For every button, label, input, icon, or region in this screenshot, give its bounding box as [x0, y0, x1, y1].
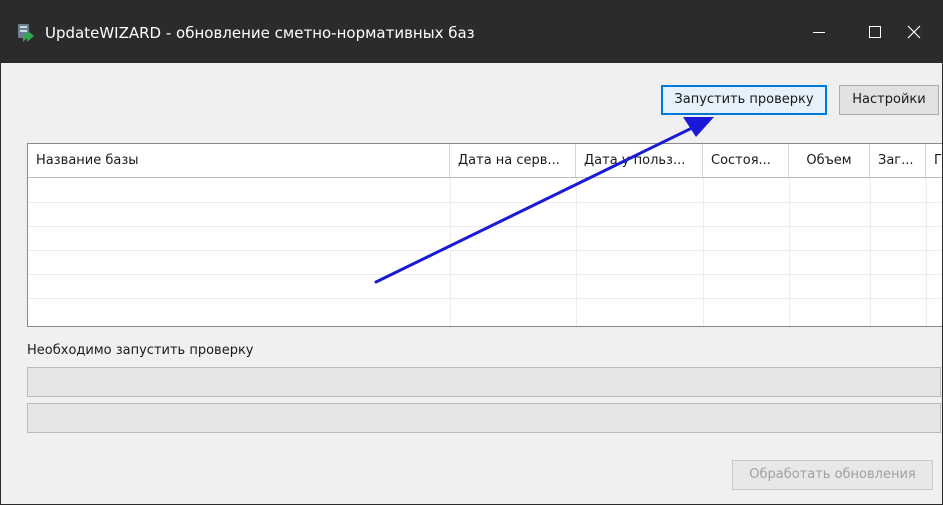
table-row: [28, 202, 942, 203]
column-divider: [450, 178, 451, 326]
column-header-size[interactable]: Объем: [789, 144, 870, 177]
table-header: Название базы Дата на серв... Дата у пол…: [28, 144, 942, 178]
column-header-name[interactable]: Название базы: [28, 144, 450, 177]
column-header-server-date[interactable]: Дата на серв...: [450, 144, 576, 177]
column-divider: [789, 178, 790, 326]
process-updates-button[interactable]: Обработать обновления: [732, 460, 933, 490]
column-header-extra[interactable]: Г: [926, 144, 942, 177]
maximize-icon: [869, 26, 881, 38]
run-check-button[interactable]: Запустить проверку: [661, 85, 827, 115]
table-row: [28, 226, 942, 227]
column-divider: [576, 178, 577, 326]
table-row: [28, 250, 942, 251]
progress-bar-primary: [27, 367, 941, 397]
settings-button[interactable]: Настройки: [839, 85, 939, 115]
status-text: Необходимо запустить проверку: [27, 343, 254, 358]
app-logo-icon: [15, 22, 37, 44]
column-header-user-date[interactable]: Дата у польз...: [576, 144, 703, 177]
table-row: [28, 298, 942, 299]
column-divider: [870, 178, 871, 326]
column-header-state[interactable]: Состоя...: [703, 144, 789, 177]
column-divider: [926, 178, 927, 326]
column-header-download[interactable]: Заг...: [870, 144, 926, 177]
minimize-icon: [813, 32, 825, 33]
close-button[interactable]: [886, 1, 942, 63]
minimize-button[interactable]: [791, 1, 847, 63]
bases-table[interactable]: Название базы Дата на серв... Дата у пол…: [27, 143, 942, 327]
progress-bar-secondary: [27, 403, 941, 433]
title-bar[interactable]: UpdateWIZARD - обновление сметно-нормати…: [1, 1, 942, 63]
app-window: UpdateWIZARD - обновление сметно-нормати…: [0, 0, 943, 505]
close-icon: [907, 25, 921, 39]
column-divider: [703, 178, 704, 326]
table-row: [28, 274, 942, 275]
window-title: UpdateWIZARD - обновление сметно-нормати…: [45, 24, 475, 42]
